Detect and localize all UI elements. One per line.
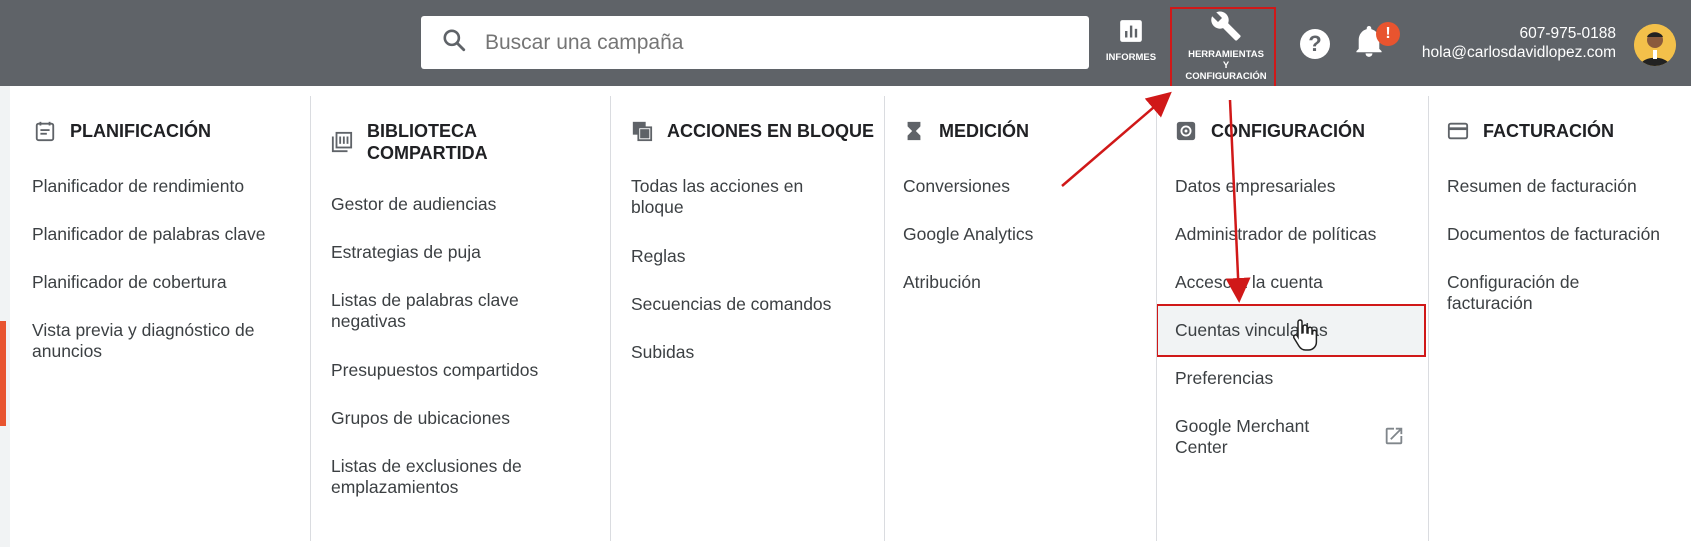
arrow-to-linked-accounts [1225,99,1251,303]
hand-cursor-icon [1292,319,1318,351]
annotation-arrows [1061,91,1251,303]
arrow-to-tools [1061,91,1172,187]
